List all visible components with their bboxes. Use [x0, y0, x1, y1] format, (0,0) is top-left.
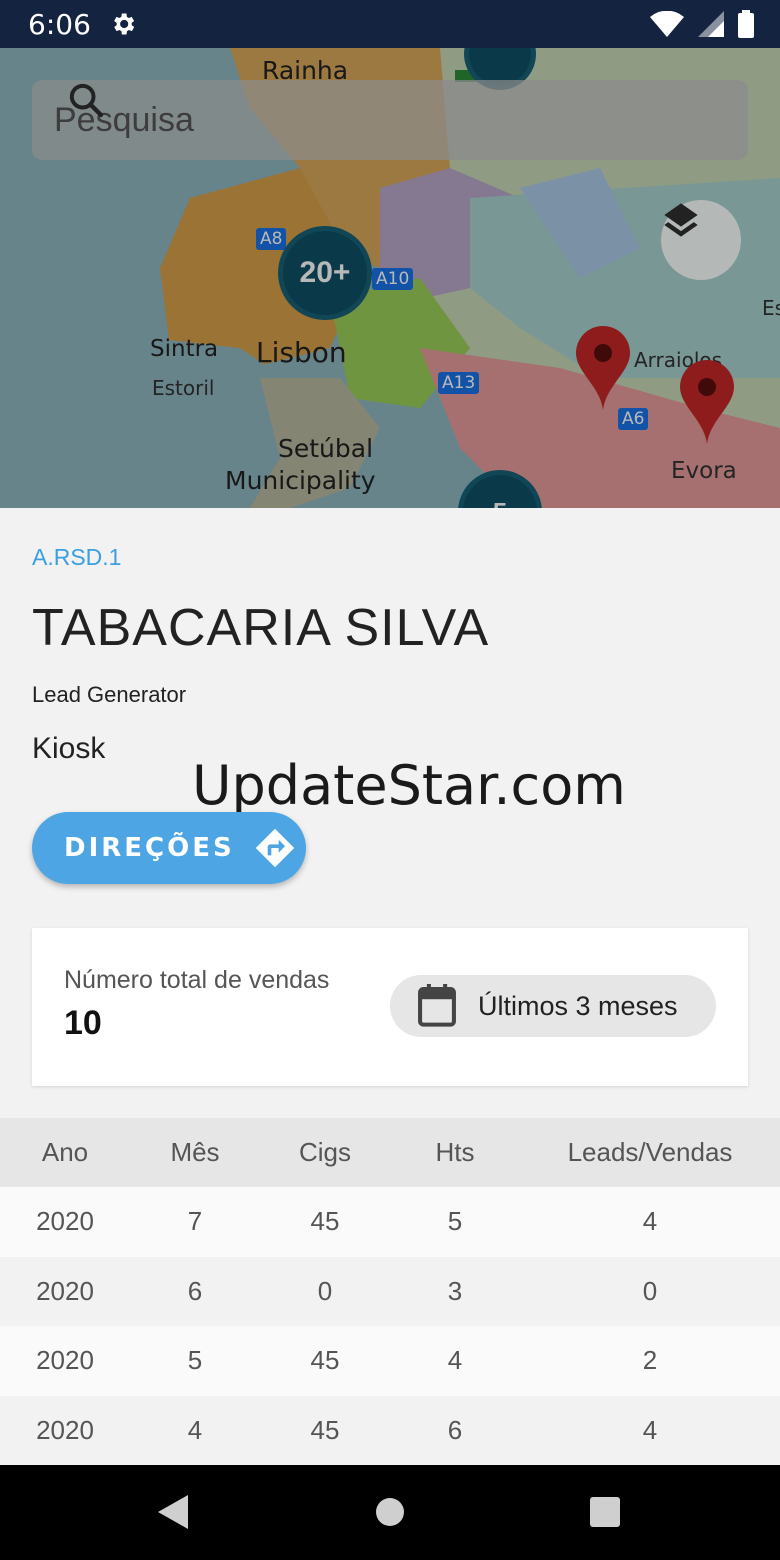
- cell-cigs: 45: [310, 1414, 340, 1445]
- status-icons: [650, 10, 754, 38]
- sales-total-label: Número total de vendas: [64, 966, 330, 994]
- cell-leads-vendas: 2: [642, 1345, 658, 1376]
- cell-hts: 3: [447, 1275, 463, 1306]
- search-icon: [69, 83, 104, 118]
- map-view[interactable]: Rainha Sintra Estoril Lisbon Setúbal Mun…: [0, 48, 780, 508]
- road-marker-a8: A8: [256, 228, 287, 250]
- directions-label: DIREÇÕES: [64, 833, 235, 863]
- sales-summary-card: Número total de vendas 10 Últimos 3 mese…: [32, 928, 748, 1086]
- table-row: 2020 5 45 4 2: [0, 1326, 780, 1396]
- period-selector-chip[interactable]: Últimos 3 meses: [390, 975, 716, 1037]
- cellular-signal-icon: [698, 11, 724, 37]
- map-pin-icon[interactable]: [576, 326, 630, 410]
- cell-ano: 2020: [36, 1345, 94, 1376]
- watermark: UpdateStar.com: [192, 754, 626, 817]
- cell-hts: 4: [447, 1345, 463, 1376]
- column-header-leads-vendas: Leads/Vendas: [567, 1137, 733, 1167]
- column-header-ano: Ano: [41, 1137, 89, 1167]
- store-type: Kiosk: [32, 732, 106, 765]
- map-label-sintra: Sintra: [150, 336, 219, 362]
- back-icon[interactable]: [158, 1495, 190, 1529]
- road-marker-a6: A6: [618, 408, 649, 430]
- map-label-es: Es: [762, 296, 780, 320]
- store-code: A.RSD.1: [32, 544, 122, 570]
- calendar-icon: [418, 984, 456, 1027]
- layers-icon: [664, 203, 698, 237]
- recents-icon[interactable]: [590, 1497, 620, 1527]
- map-label-setubal: Setúbal: [278, 434, 374, 463]
- map-layers-button[interactable]: [661, 200, 741, 280]
- cell-mes: 5: [187, 1345, 203, 1376]
- status-time: 6:06: [28, 7, 91, 41]
- road-marker-a13: A13: [438, 372, 480, 394]
- store-name: TABACARIA SILVA: [32, 599, 490, 657]
- cell-cigs: 45: [310, 1345, 340, 1376]
- search-input[interactable]: [52, 99, 616, 141]
- column-header-mes: Mês: [170, 1137, 220, 1167]
- sales-table: Ano Mês Cigs Hts Leads/Vendas 2020 7 45 …: [0, 1118, 780, 1465]
- cell-cigs: 0: [317, 1275, 333, 1306]
- directions-button[interactable]: DIREÇÕES: [32, 812, 306, 884]
- cell-hts: 5: [447, 1206, 463, 1237]
- wifi-icon: [650, 11, 684, 37]
- cell-leads-vendas: 4: [642, 1206, 658, 1237]
- cell-leads-vendas: 4: [642, 1414, 658, 1445]
- cell-hts: 6: [447, 1414, 463, 1445]
- store-role: Lead Generator: [32, 682, 187, 707]
- cell-mes: 7: [187, 1206, 203, 1237]
- system-navigation-bar: [0, 1465, 780, 1560]
- table-row: 2020 4 45 6 4: [0, 1395, 780, 1465]
- column-header-hts: Hts: [435, 1137, 475, 1167]
- table-row: 2020 7 45 5 4: [0, 1187, 780, 1257]
- search-bar[interactable]: [32, 80, 748, 160]
- battery-icon: [738, 10, 754, 38]
- road-marker-a10: A10: [372, 268, 414, 290]
- sales-total-value: 10: [64, 1004, 102, 1042]
- column-header-cigs: Cigs: [298, 1137, 351, 1167]
- home-icon[interactable]: [375, 1497, 405, 1527]
- settings-gear-icon: [114, 13, 135, 35]
- map-label-estoril: Estoril: [152, 376, 215, 400]
- cell-mes: 4: [187, 1414, 203, 1445]
- map-label-municipality: Municipality: [225, 466, 376, 495]
- period-label: Últimos 3 meses: [478, 990, 678, 1021]
- cell-ano: 2020: [36, 1206, 94, 1237]
- cell-mes: 6: [187, 1275, 203, 1306]
- table-header: Ano Mês Cigs Hts Leads/Vendas: [0, 1118, 780, 1187]
- cell-ano: 2020: [36, 1414, 94, 1445]
- cell-leads-vendas: 0: [642, 1275, 658, 1306]
- map-label-evora: Evora: [671, 458, 737, 484]
- map-cluster-marker[interactable]: 20+: [278, 226, 372, 320]
- map-pin-icon[interactable]: [680, 360, 734, 444]
- directions-icon: [255, 828, 294, 868]
- cell-cigs: 45: [310, 1206, 340, 1237]
- cell-ano: 2020: [36, 1275, 94, 1306]
- status-bar: 6:06: [0, 0, 780, 48]
- table-row: 2020 6 0 3 0: [0, 1256, 780, 1326]
- map-label-lisbon: Lisbon: [256, 336, 347, 369]
